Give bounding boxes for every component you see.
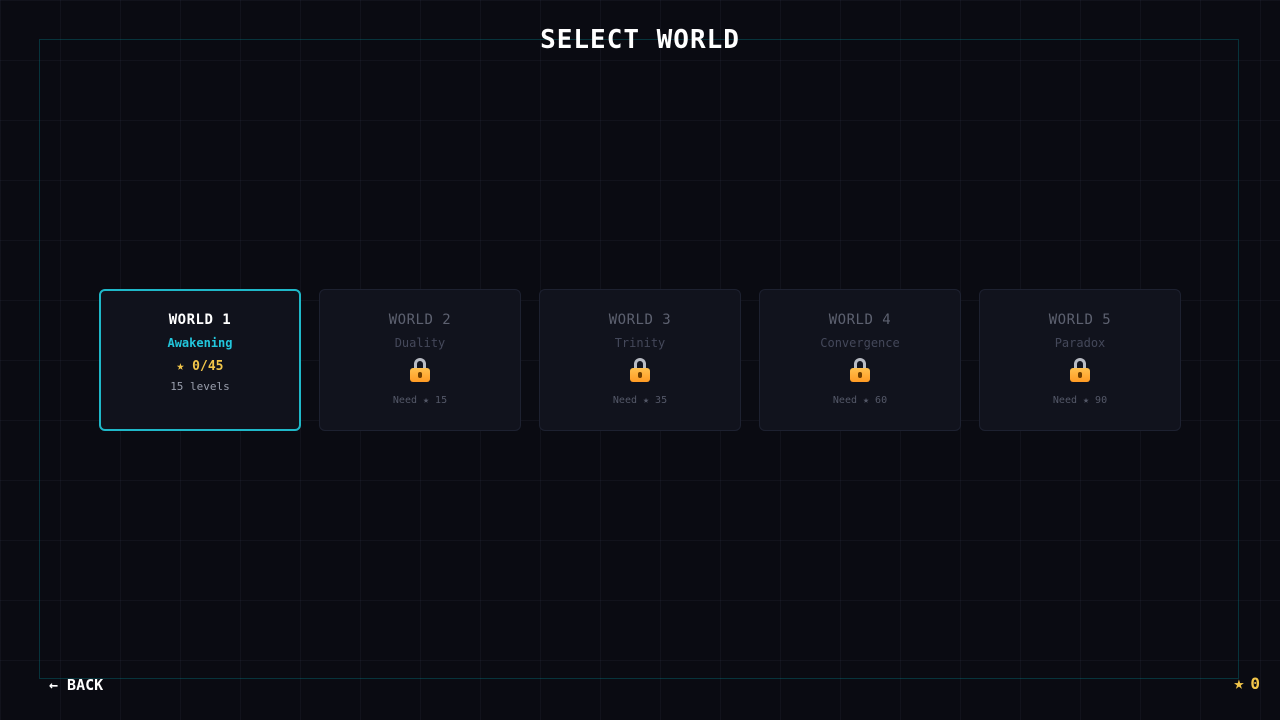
- world-card-3[interactable]: WORLD 3 Trinity Need ★ 35: [539, 289, 741, 431]
- world-name: WORLD 1: [168, 312, 232, 328]
- world-subtitle: Trinity: [614, 336, 666, 350]
- lock-icon: [629, 358, 651, 384]
- page-title: SELECT WORLD: [540, 25, 740, 55]
- total-stars-counter: ★ 0: [1234, 674, 1260, 694]
- lock-icon: [1069, 358, 1091, 384]
- world-star-progress: ★ 0/45: [176, 359, 224, 374]
- unlock-requirement: Need ★ 35: [612, 395, 668, 406]
- world-name: WORLD 4: [828, 312, 892, 328]
- star-icon: ★: [1233, 673, 1245, 694]
- world-card-5[interactable]: WORLD 5 Paradox Need ★ 90: [979, 289, 1181, 431]
- lock-icon: [849, 358, 871, 384]
- world-card-4[interactable]: WORLD 4 Convergence Need ★ 60: [759, 289, 961, 431]
- world-name: WORLD 5: [1048, 312, 1112, 328]
- world-subtitle: Paradox: [1054, 336, 1106, 350]
- unlock-requirement: Need ★ 60: [832, 395, 888, 406]
- world-subtitle: Duality: [394, 336, 446, 350]
- world-card-1[interactable]: WORLD 1 Awakening ★ 0/45 15 levels: [99, 289, 301, 431]
- world-card-list: WORLD 1 Awakening ★ 0/45 15 levels WORLD…: [99, 289, 1181, 431]
- unlock-requirement: Need ★ 90: [1052, 395, 1108, 406]
- world-select-screen: SELECT WORLD WORLD 1 Awakening ★ 0/45 15…: [0, 0, 1280, 720]
- world-name: WORLD 3: [608, 312, 672, 328]
- world-level-count: 15 levels: [170, 380, 230, 393]
- lock-icon: [409, 358, 431, 384]
- world-name: WORLD 2: [388, 312, 452, 328]
- world-subtitle: Convergence: [820, 336, 900, 350]
- world-subtitle: Awakening: [167, 336, 233, 350]
- world-card-2[interactable]: WORLD 2 Duality Need ★ 15: [319, 289, 521, 431]
- unlock-requirement: Need ★ 15: [392, 395, 448, 406]
- total-stars-value: 0: [1250, 674, 1260, 693]
- back-button[interactable]: ← BACK: [49, 675, 103, 695]
